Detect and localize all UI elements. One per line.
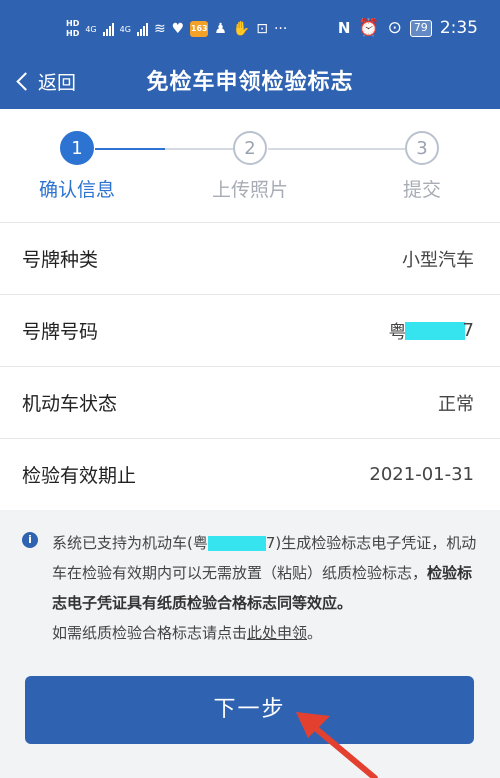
plate-type-label: 号牌种类 [22, 249, 99, 271]
top-bar: HD HD 4G 4G ≋ ♥ 163 ♟ ✋ ⊡ ··· N ⏰ ⊙ 79 2… [0, 0, 500, 109]
step-indicator [0, 109, 500, 222]
vehicle-status-row: 机动车状态 正常 [0, 366, 500, 438]
hand-icon: ✋ [232, 21, 251, 37]
health-icon: ♥ [171, 21, 185, 37]
alarm-icon: ⏰ [358, 18, 380, 38]
battery-icon: 79 [409, 19, 432, 37]
hd-indicator: HD HD [66, 19, 80, 38]
status-bar: HD HD 4G 4G ≋ ♥ 163 ♟ ✋ ⊡ ··· N ⏰ ⊙ 79 2… [0, 0, 500, 56]
clock: 2:35 [439, 18, 478, 38]
redaction-mask [404, 321, 465, 340]
step-3-label: 提交 [402, 179, 441, 201]
annotation-arrow-icon [296, 712, 378, 778]
signal-icon [102, 22, 114, 36]
plate-number-value: 粤 7 [389, 318, 474, 344]
app-icon: ⊡ [256, 21, 268, 37]
step-3-circle: 3 [405, 131, 439, 165]
step-1-circle: 1 [60, 131, 94, 165]
vehicle-status-value: 正常 [438, 393, 474, 415]
status-left: HD HD 4G 4G ≋ ♥ 163 ♟ ✋ ⊡ ··· [66, 14, 287, 44]
nfc-icon: N [337, 19, 351, 37]
apply-here-link[interactable]: 此处申领 [247, 624, 307, 642]
qq-icon: ♟ [214, 21, 227, 37]
network-type-2: 4G [119, 24, 131, 34]
location-icon: ⊙ [387, 18, 402, 38]
inspection-expiry-value: 2021-01-31 [369, 464, 474, 485]
app-notification-icon: 163 [190, 21, 209, 37]
step-1-label: 确认信息 [38, 179, 115, 201]
step-2-circle: 2 [233, 131, 267, 165]
wifi-icon: ≋ [153, 21, 166, 37]
plate-number-label: 号牌号码 [22, 321, 99, 343]
step-connector-2 [268, 148, 405, 150]
page-title: 免检车申领检验标志 [146, 70, 354, 95]
signal-icon-2 [136, 22, 148, 36]
status-right: N ⏰ ⊙ 79 2:35 [338, 18, 478, 38]
step-connector-1b [165, 148, 233, 150]
step-2-label: 上传照片 [211, 179, 288, 201]
inspection-expiry-row: 检验有效期止 2021-01-31 [0, 438, 500, 510]
vehicle-status-label: 机动车状态 [22, 393, 118, 415]
plate-type-value: 小型汽车 [402, 249, 474, 271]
more-notifications-icon: ··· [273, 21, 288, 37]
vehicle-info-list: 号牌种类 小型汽车 号牌号码 粤 7 机动车状态 正常 检验有效期止 2021-… [0, 222, 500, 510]
nav-header: 返回 免检车申领检验标志 [0, 56, 500, 109]
notice-text: 系统已支持为机动车(粤 7)生成检验标志电子凭证，机动车在检验有效期内可以无需放置… [52, 534, 477, 642]
inspection-expiry-label: 检验有效期止 [22, 465, 137, 487]
plate-type-row: 号牌种类 小型汽车 [0, 222, 500, 294]
redaction-mask-2 [207, 536, 266, 551]
info-icon: i [22, 532, 38, 548]
network-type-1: 4G [85, 24, 97, 34]
plate-number-suffix: 7 [462, 320, 474, 341]
step-connector-1 [95, 148, 165, 150]
plate-number-row: 号牌号码 粤 7 [0, 294, 500, 366]
